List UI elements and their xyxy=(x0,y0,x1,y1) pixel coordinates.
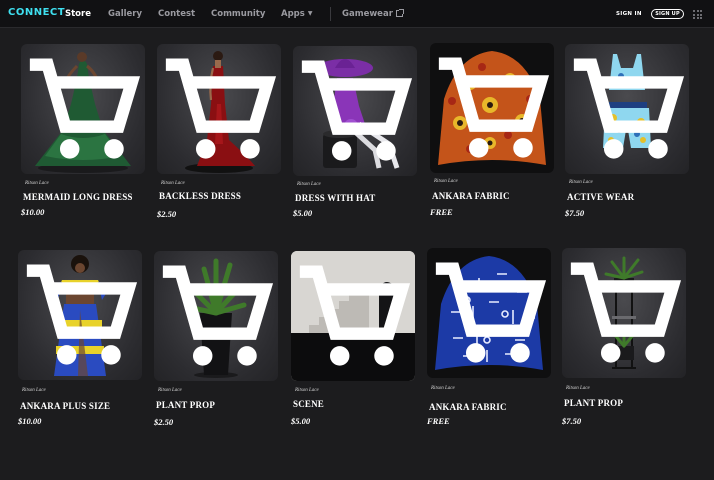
product-price: FREE xyxy=(430,207,453,217)
cart-icon[interactable] xyxy=(562,248,686,378)
product-name[interactable]: MERMAID LONG DRESS xyxy=(23,192,133,202)
product-name[interactable]: ANKARA PLUS SIZE xyxy=(20,401,110,411)
seller-name: Ritson Lace xyxy=(25,181,49,186)
product-name[interactable]: PLANT PROP xyxy=(156,400,215,410)
sign-up-button[interactable]: SIGN UP xyxy=(651,9,684,19)
nav-gallery[interactable]: Gallery xyxy=(108,9,142,19)
product-name[interactable]: ANKARA FABRIC xyxy=(432,191,510,201)
seller-name: Ritson Lace xyxy=(431,386,455,391)
product-name[interactable]: PLANT PROP xyxy=(564,398,623,408)
nav-store[interactable]: Store xyxy=(65,9,91,19)
product-price: $10.00 xyxy=(21,207,45,217)
nav-gamewear[interactable]: Gamewear xyxy=(342,9,404,19)
cart-icon[interactable] xyxy=(430,43,554,173)
nav-apps[interactable]: Apps ▼ xyxy=(281,9,312,19)
product-name[interactable]: DRESS WITH HAT xyxy=(295,193,376,203)
ankara-fabric-blue-image[interactable] xyxy=(427,248,551,378)
nav-divider xyxy=(330,7,331,21)
cart-icon[interactable] xyxy=(427,248,551,378)
product-price: $2.50 xyxy=(154,417,174,427)
seller-name: Ritson Lace xyxy=(295,388,319,393)
cart-icon[interactable] xyxy=(157,44,281,174)
seller-name: Ritson Lace xyxy=(161,181,185,186)
nav-gamewear-label: Gamewear xyxy=(342,9,393,19)
nav-contest[interactable]: Contest xyxy=(158,9,195,19)
product-price: $5.00 xyxy=(291,416,311,426)
cart-icon[interactable] xyxy=(21,44,145,174)
cart-icon[interactable] xyxy=(565,44,689,174)
active-wear-image[interactable] xyxy=(565,44,689,174)
cart-icon[interactable] xyxy=(293,46,417,176)
cart-icon[interactable] xyxy=(154,251,278,381)
product-price: $7.50 xyxy=(565,208,585,218)
nav-apps-label: Apps xyxy=(281,9,305,19)
ankara-fabric-orange-image[interactable] xyxy=(430,43,554,173)
product-name[interactable]: ANKARA FABRIC xyxy=(429,402,507,412)
product-price: $7.50 xyxy=(562,416,582,426)
apps-grid-icon[interactable] xyxy=(693,10,702,19)
product-price: $2.50 xyxy=(157,209,177,219)
product-price: $5.00 xyxy=(293,208,313,218)
seller-name: Ritson Lace xyxy=(566,386,590,391)
seller-name: Ritson Lace xyxy=(297,182,321,187)
ankara-dress-image[interactable] xyxy=(18,250,142,380)
purple-dress-hat-image[interactable] xyxy=(293,46,417,176)
red-dress-image[interactable] xyxy=(157,44,281,174)
seller-name: Ritson Lace xyxy=(158,388,182,393)
product-name[interactable]: SCENE xyxy=(293,399,324,409)
nav-community[interactable]: Community xyxy=(211,9,265,19)
chevron-down-icon: ▼ xyxy=(307,10,313,17)
stairs-scene-image[interactable] xyxy=(291,251,415,381)
seller-name: Ritson Lace xyxy=(434,179,458,184)
plant-stand-image[interactable] xyxy=(562,248,686,378)
top-nav: CONNECT Store Gallery Contest Community … xyxy=(0,0,714,28)
product-price: FREE xyxy=(427,416,450,426)
seller-name: Ritson Lace xyxy=(22,388,46,393)
seller-name: Ritson Lace xyxy=(569,180,593,185)
cart-icon[interactable] xyxy=(291,251,415,381)
product-price: $10.00 xyxy=(18,416,42,426)
green-gown-image[interactable] xyxy=(21,44,145,174)
external-link-icon xyxy=(395,9,404,17)
potted-plant-image[interactable] xyxy=(154,251,278,381)
product-name[interactable]: ACTIVE WEAR xyxy=(567,192,634,202)
product-name[interactable]: BACKLESS DRESS xyxy=(159,191,241,201)
sign-in-link[interactable]: SIGN IN xyxy=(616,11,642,17)
cart-icon[interactable] xyxy=(18,250,142,380)
logo[interactable]: CONNECT xyxy=(8,7,65,18)
